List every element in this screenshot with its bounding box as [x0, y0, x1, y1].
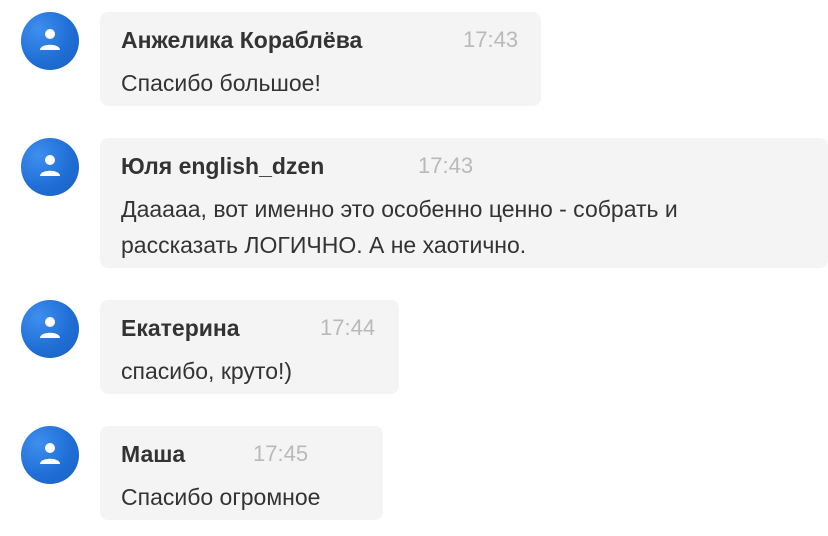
- avatar-2[interactable]: [21, 138, 79, 196]
- user-icon: [40, 443, 60, 464]
- message-time: 17:43: [418, 153, 474, 178]
- message-time: 17:44: [320, 315, 376, 340]
- message-author[interactable]: Юля english_dzen: [121, 152, 324, 180]
- message-bubble-3: Екатерина 17:44 спасибо, круто!): [100, 300, 399, 394]
- message-text: Спасибо большое!: [121, 65, 321, 101]
- message-author[interactable]: Маша: [121, 440, 185, 468]
- avatar-4[interactable]: [21, 426, 79, 484]
- chat-thread: Анжелика Кораблёва 17:43 Спасибо большое…: [0, 0, 828, 536]
- message-author[interactable]: Анжелика Кораблёва: [121, 26, 362, 54]
- avatar-1[interactable]: [21, 12, 79, 70]
- message-text: спасибо, круто!): [121, 353, 292, 389]
- message-bubble-1: Анжелика Кораблёва 17:43 Спасибо большое…: [100, 12, 541, 106]
- message-author[interactable]: Екатерина: [121, 314, 240, 342]
- message-line: Спасибо большое!: [121, 70, 321, 96]
- message-bubble-2: Юля english_dzen 17:43 Даааaa, вот именн…: [100, 138, 828, 268]
- message-line: спасибо, круто!): [121, 358, 293, 384]
- message-time: 17:45: [253, 441, 309, 466]
- message-line: рассказать ЛОГИЧНО. А не хаотично.: [121, 232, 527, 258]
- user-icon: [40, 155, 60, 176]
- message-bubble-4: Маша 17:45 Спасибо огромное: [100, 426, 383, 520]
- message-time: 17:43: [463, 27, 519, 52]
- message-line: Спасибо огромное: [121, 484, 321, 510]
- avatar-3[interactable]: [21, 300, 79, 358]
- message-line: Даааaa, вот именно это особенно ценно - …: [121, 196, 678, 222]
- user-icon: [40, 29, 60, 50]
- user-icon: [40, 317, 60, 338]
- message-text: Даааaa, вот именно это особенно ценно - …: [121, 191, 678, 263]
- message-text: Спасибо огромное: [121, 479, 320, 515]
